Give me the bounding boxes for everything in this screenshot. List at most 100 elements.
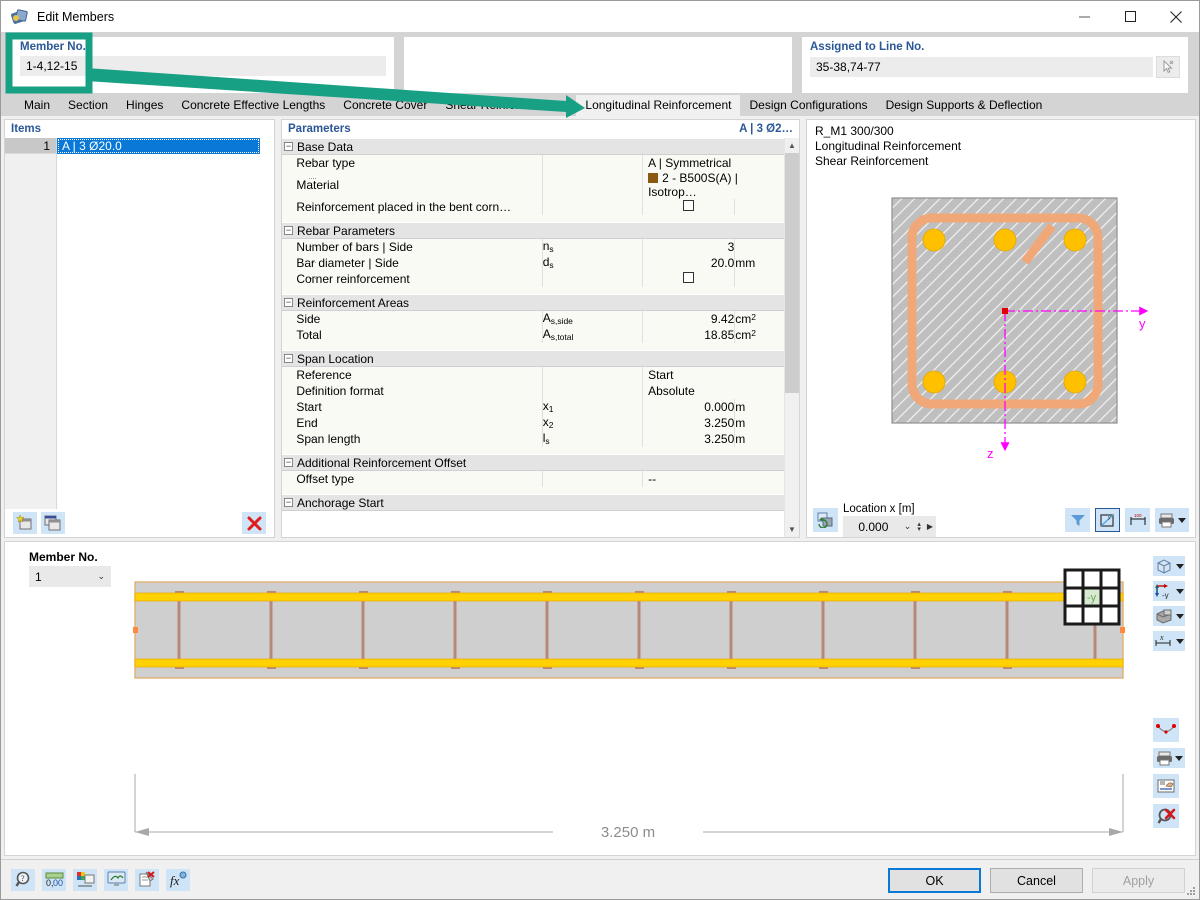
printer-report-icon[interactable] [1153,774,1179,798]
tab-main[interactable]: Main [15,95,59,116]
parameters-scrollbar[interactable]: ▲ ▼ [784,138,799,537]
tab-section[interactable]: Section [59,95,117,116]
tab-design-supports-deflection[interactable]: Design Supports & Deflection [877,95,1052,116]
ok-button[interactable]: OK [888,868,981,893]
axis-minus-y-icon[interactable]: -y [1153,581,1185,601]
param-value[interactable]: 0.000 [704,400,734,414]
monitor-icon[interactable] [104,869,128,891]
resize-grip[interactable] [1186,886,1196,896]
chevron-down-icon[interactable] [1176,564,1184,569]
x-dimension-icon[interactable]: x [1153,631,1185,651]
printer-icon[interactable] [1153,748,1185,768]
param-value[interactable]: 3.250 [704,416,734,430]
scrollbar-thumb[interactable] [785,153,800,393]
view-cube-grid-icon[interactable]: -y [1063,568,1125,628]
tab-hinges[interactable]: Hinges [117,95,172,116]
assigned-line-input[interactable]: 35-38,74-77 [810,57,1153,77]
tab-design-configurations[interactable]: Design Configurations [740,95,876,116]
param-unit-sup: 2 [751,312,756,322]
chevron-down-icon[interactable] [1175,756,1183,761]
collapse-icon[interactable]: − [284,498,293,507]
param-row-bent-corner[interactable]: Reinforcement placed in the bent corn… [282,199,784,215]
param-row-definition-format[interactable]: Definition format Absolute [282,383,784,399]
section-view-canvas[interactable]: R_M1 300/300 Longitudinal Reinforcement … [807,120,1195,503]
group-reinforcement-areas[interactable]: −Reinforcement Areas [282,295,784,311]
chevron-down-icon[interactable]: ⌄ [97,571,105,582]
close-icon[interactable] [1153,1,1199,32]
magnifier-x-icon[interactable] [1153,804,1179,828]
cube-icon[interactable] [1153,556,1185,576]
cancel-button[interactable]: Cancel [990,868,1083,893]
printer-icon[interactable] [1155,508,1189,532]
note-x-icon[interactable] [135,869,159,891]
units-decimal-icon[interactable]: 0, 00 [42,869,66,891]
member-longitudinal-drawing[interactable] [133,580,1125,690]
member-no-input[interactable]: 1-4,12-15 [20,56,386,76]
scroll-up-icon[interactable]: ▲ [785,138,800,153]
group-span-location[interactable]: −Span Location [282,351,784,367]
member-no-combobox[interactable]: 1 ⌄ [29,566,111,587]
param-row-area-total[interactable]: Total As,total 18.85 cm2 [282,327,784,343]
snap-curve-icon[interactable] [1153,718,1179,742]
red-x-icon[interactable] [242,512,266,534]
location-x-combobox[interactable]: 0.000 ⌄ ▴▾ ▶ [843,516,936,537]
copy-window-icon[interactable] [41,512,65,534]
group-additional-reinforcement-offset[interactable]: −Additional Reinforcement Offset [282,455,784,471]
chevron-down-icon[interactable] [1176,639,1184,644]
param-unit: cm [735,328,751,342]
collapse-icon[interactable]: − [284,354,293,363]
collapse-icon[interactable]: − [284,458,293,467]
axis-frame-icon[interactable]: y [1095,508,1120,532]
location-x-spinner[interactable]: ▴▾ [914,522,924,532]
scrollbar-track[interactable] [785,153,800,522]
location-x-value[interactable]: 0.000 [846,520,901,534]
param-row-end[interactable]: End x2 3.250 m [282,415,784,431]
tab-concrete-effective-lengths[interactable]: Concrete Effective Lengths [172,95,334,116]
minimize-icon[interactable] [1061,1,1107,32]
param-row-corner-reinforcement[interactable]: Corner reinforcement [282,271,784,287]
svg-text:-y: -y [1162,591,1169,599]
collapse-icon[interactable]: − [284,142,293,151]
new-window-star-icon[interactable] [13,512,37,534]
collapse-icon[interactable]: − [284,298,293,307]
checkbox-corner-reinforcement[interactable] [683,272,694,283]
refresh-view-icon[interactable] [813,508,838,532]
funnel-icon[interactable] [1065,508,1090,532]
item-row-value[interactable]: A | 3 Ø20.0 [57,138,260,154]
checkbox-bent-corner[interactable] [683,200,694,211]
question-magnifier-icon[interactable]: ? [11,869,35,891]
chevron-down-icon[interactable]: ⌄ [901,521,915,532]
ruler-icon[interactable]: 100 [1125,508,1150,532]
fx-icon[interactable]: fx [166,869,190,891]
tab-concrete-cover[interactable]: Concrete Cover [334,95,436,116]
param-value[interactable]: 3 [728,240,735,254]
chevron-down-icon[interactable] [1178,518,1186,523]
color-panel-icon[interactable] [73,869,97,891]
param-row-bar-diameter[interactable]: Bar diameter | Side ds 20.0 mm [282,255,784,271]
item-row-number[interactable]: 1 [5,138,56,154]
param-row-reference[interactable]: Reference Start [282,367,784,383]
param-row-number-of-bars[interactable]: Number of bars | Side ns 3 [282,239,784,255]
param-unit-sup: 2 [751,328,756,338]
chevron-down-icon[interactable] [1176,614,1184,619]
solid-shading-icon[interactable] [1153,606,1185,626]
tab-longitudinal-reinforcement[interactable]: Longitudinal Reinforcement [576,95,740,116]
param-row-span-length[interactable]: Span length ls 3.250 m [282,431,784,447]
param-row-offset-type[interactable]: Offset type -- [282,471,784,487]
group-base-data[interactable]: −Base Data [282,139,784,155]
maximize-icon[interactable] [1107,1,1153,32]
collapse-icon[interactable]: − [284,226,293,235]
param-row-start[interactable]: Start x1 0.000 m [282,399,784,415]
param-value[interactable]: 20.0 [711,256,734,270]
tab-shear-reinforcement[interactable]: Shear Reinforcemen… [436,95,576,116]
group-rebar-parameters[interactable]: −Rebar Parameters [282,223,784,239]
pick-cursor-icon[interactable] [1156,56,1180,78]
param-row-material[interactable]: Material 2 - B500S(A) | Isotrop… [282,171,784,199]
param-row-area-side[interactable]: Side As,side 9.42 cm2 [282,311,784,327]
param-label: Material [296,178,339,192]
location-x-next-icon[interactable]: ▶ [924,522,933,531]
param-row-rebar-type[interactable]: Rebar type A | Symmetrical [282,155,784,171]
group-anchorage-start[interactable]: −Anchorage Start [282,495,784,511]
chevron-down-icon[interactable] [1176,589,1184,594]
scroll-down-icon[interactable]: ▼ [785,522,800,537]
